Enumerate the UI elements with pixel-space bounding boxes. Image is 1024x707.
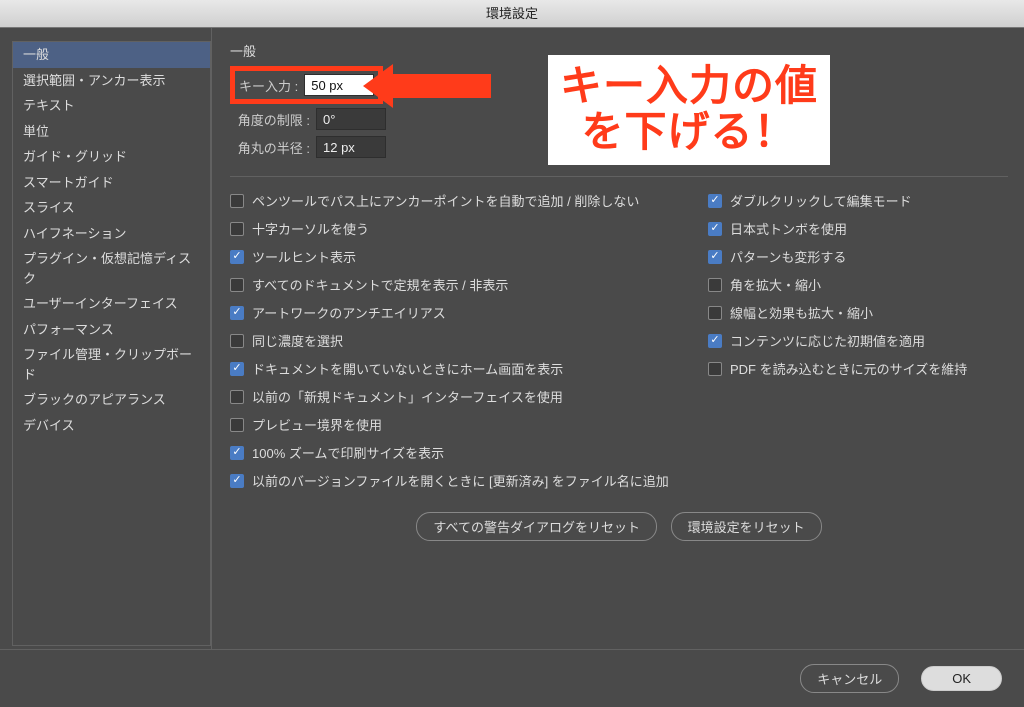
check-label: ペンツールでパス上にアンカーポイントを自動で追加 / 削除しない <box>252 191 639 210</box>
check-left-1[interactable]: 十字カーソルを使う <box>230 219 708 238</box>
check-left-9[interactable]: 100% ズームで印刷サイズを表示 <box>230 443 708 462</box>
checkbox-icon <box>708 278 722 292</box>
checkbox-icon <box>230 334 244 348</box>
annotation-callout: キー入力の値 を下げる！ <box>548 55 830 165</box>
check-right-4[interactable]: 線幅と効果も拡大・縮小 <box>708 303 1008 322</box>
check-label: ツールヒント表示 <box>252 247 356 266</box>
check-label: 同じ濃度を選択 <box>252 331 343 350</box>
sidebar-item-2[interactable]: テキスト <box>13 93 210 119</box>
check-left-3[interactable]: すべてのドキュメントで定規を表示 / 非表示 <box>230 275 708 294</box>
sidebar-item-8[interactable]: プラグイン・仮想記憶ディスク <box>13 246 210 291</box>
checkbox-icon <box>230 418 244 432</box>
ok-button[interactable]: OK <box>921 666 1002 691</box>
angle-field[interactable] <box>316 108 386 130</box>
sidebar-item-5[interactable]: スマートガイド <box>13 170 210 196</box>
checkbox-icon <box>230 446 244 460</box>
angle-label: 角度の制限 : <box>230 110 316 129</box>
checkbox-icon <box>230 390 244 404</box>
check-right-0[interactable]: ダブルクリックして編集モード <box>708 191 1008 210</box>
checkbox-icon <box>230 362 244 376</box>
check-left-4[interactable]: アートワークのアンチエイリアス <box>230 303 708 322</box>
check-label: 十字カーソルを使う <box>252 219 369 238</box>
check-label: パターンも変形する <box>730 247 846 266</box>
key-input-highlight: キー入力 : <box>230 66 383 104</box>
sidebar-item-6[interactable]: スライス <box>13 195 210 221</box>
check-left-0[interactable]: ペンツールでパス上にアンカーポイントを自動で追加 / 削除しない <box>230 191 708 210</box>
sidebar-item-12[interactable]: ブラックのアピアランス <box>13 387 210 413</box>
checkbox-icon <box>230 306 244 320</box>
check-right-6[interactable]: PDF を読み込むときに元のサイズを維持 <box>708 359 1008 378</box>
checkbox-icon <box>708 250 722 264</box>
check-right-5[interactable]: コンテンツに応じた初期値を適用 <box>708 331 1008 350</box>
check-right-2[interactable]: パターンも変形する <box>708 247 1008 266</box>
check-left-7[interactable]: 以前の「新規ドキュメント」インターフェイスを使用 <box>230 387 708 406</box>
check-label: コンテンツに応じた初期値を適用 <box>730 331 925 350</box>
check-label: 以前の「新規ドキュメント」インターフェイスを使用 <box>252 387 563 406</box>
checkbox-icon <box>708 334 722 348</box>
checkbox-icon <box>230 250 244 264</box>
check-right-1[interactable]: 日本式トンボを使用 <box>708 219 1008 238</box>
reset-prefs-button[interactable]: 環境設定をリセット <box>671 512 822 541</box>
check-left-6[interactable]: ドキュメントを開いていないときにホーム画面を表示 <box>230 359 708 378</box>
corner-label: 角丸の半径 : <box>230 138 316 157</box>
check-label: すべてのドキュメントで定規を表示 / 非表示 <box>252 275 508 294</box>
check-left-10[interactable]: 以前のバージョンファイルを開くときに [更新済み] をファイル名に追加 <box>230 471 708 490</box>
check-right-3[interactable]: 角を拡大・縮小 <box>708 275 1008 294</box>
window-title: 環境設定 <box>486 6 538 21</box>
sidebar-item-13[interactable]: デバイス <box>13 413 210 439</box>
checkbox-icon <box>708 222 722 236</box>
dialog-footer: キャンセル OK <box>0 649 1024 707</box>
checkbox-icon <box>230 278 244 292</box>
sidebar-item-9[interactable]: ユーザーインターフェイス <box>13 291 210 317</box>
check-left-2[interactable]: ツールヒント表示 <box>230 247 708 266</box>
window-title-bar: 環境設定 <box>0 0 1024 28</box>
check-label: ダブルクリックして編集モード <box>730 191 912 210</box>
annotation-arrow <box>391 74 491 101</box>
checkbox-icon <box>230 474 244 488</box>
checkbox-icon <box>708 362 722 376</box>
cancel-button[interactable]: キャンセル <box>800 664 899 693</box>
reset-warnings-button[interactable]: すべての警告ダイアログをリセット <box>416 512 657 541</box>
check-label: 角を拡大・縮小 <box>730 275 821 294</box>
sidebar: 一般選択範囲・アンカー表示テキスト単位ガイド・グリッドスマートガイドスライスハイ… <box>0 28 212 649</box>
checkbox-icon <box>230 194 244 208</box>
check-label: 100% ズームで印刷サイズを表示 <box>252 443 444 462</box>
check-label: アートワークのアンチエイリアス <box>252 303 446 322</box>
sidebar-item-1[interactable]: 選択範囲・アンカー表示 <box>13 68 210 94</box>
check-label: 日本式トンボを使用 <box>730 219 847 238</box>
check-label: PDF を読み込むときに元のサイズを維持 <box>730 359 967 378</box>
sidebar-item-11[interactable]: ファイル管理・クリップボード <box>13 342 210 387</box>
check-label: 線幅と効果も拡大・縮小 <box>730 303 873 322</box>
corner-field[interactable] <box>316 136 386 158</box>
check-label: 以前のバージョンファイルを開くときに [更新済み] をファイル名に追加 <box>252 471 669 490</box>
check-left-8[interactable]: プレビュー境界を使用 <box>230 415 708 434</box>
annotation-line1: キー入力の値 <box>560 63 818 109</box>
checkbox-icon <box>708 306 722 320</box>
sidebar-item-0[interactable]: 一般 <box>13 42 210 68</box>
sidebar-item-4[interactable]: ガイド・グリッド <box>13 144 210 170</box>
check-label: ドキュメントを開いていないときにホーム画面を表示 <box>252 359 563 378</box>
checkbox-icon <box>708 194 722 208</box>
check-left-5[interactable]: 同じ濃度を選択 <box>230 331 708 350</box>
checkbox-icon <box>230 222 244 236</box>
key-input-label: キー入力 : <box>239 76 304 95</box>
sidebar-item-7[interactable]: ハイフネーション <box>13 221 210 247</box>
check-label: プレビュー境界を使用 <box>252 415 382 434</box>
sidebar-item-10[interactable]: パフォーマンス <box>13 317 210 343</box>
annotation-line2: を下げる！ <box>560 109 818 155</box>
sidebar-item-3[interactable]: 単位 <box>13 119 210 145</box>
